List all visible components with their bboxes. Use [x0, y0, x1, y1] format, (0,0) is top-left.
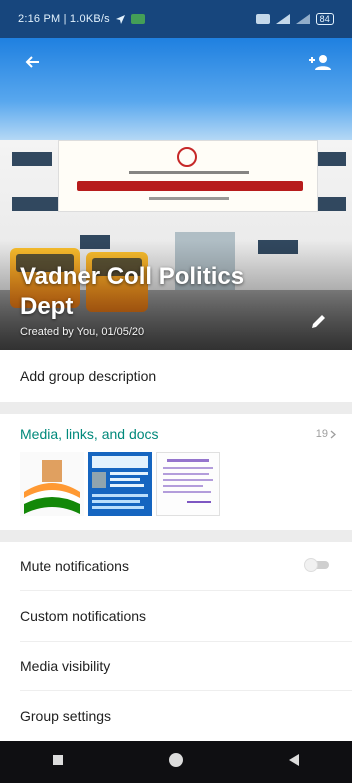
- group-settings-label: Group settings: [20, 708, 112, 724]
- arrow-left-icon: [25, 56, 39, 68]
- add-participant-button[interactable]: [306, 48, 334, 76]
- home-button[interactable]: [167, 751, 185, 774]
- edit-group-name-button[interactable]: [310, 312, 334, 336]
- section-divider: [0, 402, 352, 414]
- signal-icon: [295, 14, 310, 24]
- square-icon: [52, 755, 63, 765]
- toggle-off-icon: [304, 558, 329, 572]
- add-description-label: Add group description: [20, 368, 157, 384]
- battery-indicator: 84: [315, 13, 334, 25]
- media-section-header[interactable]: Media, links, and docs 19: [20, 424, 336, 444]
- media-visibility-row[interactable]: Media visibility: [0, 642, 352, 690]
- app-notification-icon: [130, 14, 145, 24]
- group-created-info: Created by You, 01/05/20: [20, 326, 145, 338]
- banner-text-line: [77, 181, 303, 191]
- poster-document-image: [88, 452, 152, 516]
- system-back-button[interactable]: [288, 753, 300, 772]
- media-thumbnail[interactable]: [88, 452, 152, 516]
- status-bar: 2:16 PM | 1.0KB/s 84: [0, 0, 352, 38]
- custom-notifications-label: Custom notifications: [20, 608, 147, 624]
- sim-icon: [255, 14, 270, 24]
- mute-notifications-toggle[interactable]: [302, 558, 332, 572]
- back-button[interactable]: [18, 48, 46, 76]
- college-emblem-icon: [177, 147, 197, 167]
- college-name-banner: [58, 140, 318, 212]
- media-thumbnail[interactable]: [156, 452, 220, 516]
- window: [12, 152, 52, 166]
- independence-day-image: [20, 452, 84, 516]
- navigation-bar: [0, 741, 352, 783]
- media-links-docs-label: Media, links, and docs: [20, 426, 159, 442]
- circle-icon: [168, 752, 183, 767]
- add-description-row[interactable]: Add group description: [0, 350, 352, 402]
- media-count: 19: [316, 428, 336, 440]
- navigation-arrow-icon: [115, 14, 125, 24]
- status-time-speed: 2:16 PM | 1.0KB/s: [18, 13, 110, 25]
- section-divider: [0, 530, 352, 542]
- signal-icon: [275, 14, 290, 24]
- pencil-icon: [312, 315, 325, 328]
- group-settings-row[interactable]: Group settings: [0, 691, 352, 741]
- chevron-right-icon: [330, 430, 336, 438]
- photo-sky: [0, 38, 352, 143]
- media-thumbnail[interactable]: [20, 452, 84, 516]
- banner-text-line: [129, 171, 249, 174]
- mute-notifications-label: Mute notifications: [20, 558, 129, 574]
- group-name: Vadner Coll Politics Dept: [20, 263, 245, 320]
- media-count-value: 19: [315, 428, 328, 440]
- recent-apps-button[interactable]: [52, 753, 64, 771]
- media-visibility-label: Media visibility: [20, 658, 111, 674]
- custom-notifications-row[interactable]: Custom notifications: [0, 591, 352, 641]
- banner-text-line: [149, 197, 229, 200]
- triangle-left-icon: [289, 753, 300, 766]
- person-add-icon: [309, 55, 331, 70]
- mute-notifications-row[interactable]: Mute notifications: [0, 542, 352, 590]
- text-document-image: [157, 453, 219, 515]
